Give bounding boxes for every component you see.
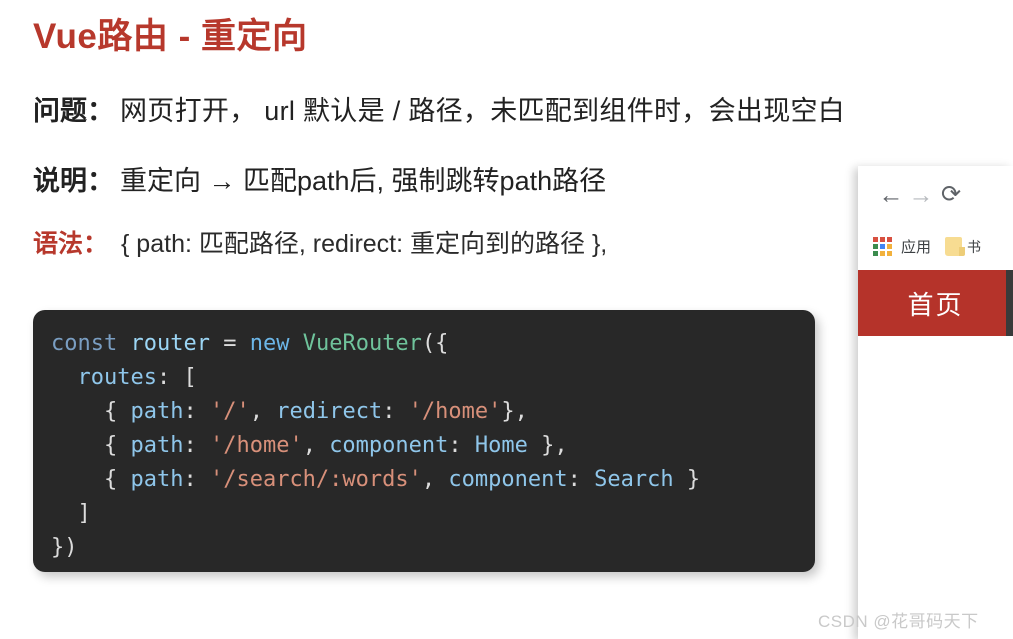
code-token: const <box>51 331 118 356</box>
apps-grid-cell <box>880 251 885 256</box>
code-token: { <box>51 399 131 424</box>
code-token: : <box>567 467 595 492</box>
bullet-syntax: 语法： { path: 匹配路径, redirect: 重定向到的路径 }, <box>33 224 607 260</box>
code-token: , <box>249 399 277 424</box>
code-token: : <box>183 399 210 424</box>
code-token: : <box>183 433 210 458</box>
forward-arrow-icon[interactable]: → <box>906 182 936 208</box>
code-token: component <box>329 433 449 458</box>
code-token: path <box>130 467 184 492</box>
code-token: new <box>249 331 290 356</box>
code-token: , <box>421 467 449 492</box>
code-content: const router = new VueRouter({ routes: [… <box>51 327 815 565</box>
page-title: Vue路由 - 重定向 <box>33 17 308 56</box>
reload-icon[interactable]: ⟳ <box>936 183 966 207</box>
code-token: }, <box>527 433 568 458</box>
code-line: { path: '/', redirect: '/home'}, <box>51 395 815 429</box>
bullet-syntax-label: 语法： <box>33 230 109 258</box>
code-token: redirect <box>276 399 383 424</box>
code-token: : <box>183 467 210 492</box>
code-token: VueRouter <box>302 331 422 356</box>
bullet-explanation: 说明： 重定向 → 匹配path后, 强制跳转path路径 <box>33 159 606 198</box>
code-line: }) <box>51 531 815 565</box>
bullet-explanation-text: 重定向 → 匹配path后, 强制跳转path路径 <box>120 166 607 196</box>
code-line: ] <box>51 497 815 531</box>
code-token: path <box>130 433 184 458</box>
apps-grid-cell <box>887 244 892 249</box>
code-token: '/home' <box>209 433 303 458</box>
code-token: Search <box>594 467 674 492</box>
code-line: routes: [ <box>51 361 815 395</box>
bullet-problem-label: 问题： <box>33 96 114 126</box>
apps-grid-cell <box>873 251 878 256</box>
bullet-explanation-label: 说明： <box>33 166 114 196</box>
apps-label[interactable]: 应用 <box>901 236 931 257</box>
code-token: { <box>51 467 131 492</box>
apps-grid-cell <box>887 237 892 242</box>
code-token: component <box>448 467 568 492</box>
code-token: }) <box>51 535 78 560</box>
back-arrow-icon[interactable]: ← <box>876 182 906 208</box>
bullet-syntax-text: { path: 匹配路径, redirect: 重定向到的路径 }, <box>121 230 608 258</box>
code-token: path <box>130 399 184 424</box>
bullet-problem: 问题： 网页打开， url 默认是 / 路径，未匹配到组件时，会出现空白 <box>33 89 845 128</box>
code-line: { path: '/search/:words', component: Sea… <box>51 463 815 497</box>
code-token: '/home' <box>408 399 502 424</box>
code-token: }, <box>501 399 528 424</box>
browser-page-body <box>858 336 1013 639</box>
bullet-problem-text: 网页打开， url 默认是 / 路径，未匹配到组件时，会出现空白 <box>120 96 846 126</box>
code-token: , <box>302 433 330 458</box>
bookmark-label[interactable]: 书 <box>967 237 981 257</box>
code-token: routes <box>77 365 157 390</box>
code-token: = <box>209 331 250 356</box>
apps-grid-cell <box>887 251 892 256</box>
code-token: router <box>130 331 210 356</box>
apps-grid-cell <box>873 244 878 249</box>
code-token: : [ <box>156 365 197 390</box>
bookmarks-bar: 应用 书 <box>858 224 1013 270</box>
apps-grid-cell <box>880 244 885 249</box>
code-token: : <box>448 433 475 458</box>
browser-window-mock: ← → ⟳ 应用 书 首页 <box>858 166 1013 639</box>
code-token: ] <box>51 501 91 526</box>
code-token: } <box>673 467 701 492</box>
browser-toolbar: ← → ⟳ <box>858 166 1013 224</box>
code-line: { path: '/home', component: Home }, <box>51 429 815 463</box>
apps-grid-cell <box>873 237 878 242</box>
code-token: ({ <box>421 331 449 356</box>
folder-icon[interactable] <box>945 237 966 256</box>
code-line: const router = new VueRouter({ <box>51 327 815 361</box>
code-token: : <box>382 399 409 424</box>
code-block: const router = new VueRouter({ routes: [… <box>33 310 815 572</box>
site-banner: 首页 <box>858 270 1013 336</box>
code-token: '/' <box>209 399 250 424</box>
code-token: '/search/:words' <box>209 467 422 492</box>
code-token: { <box>51 433 131 458</box>
banner-home-link[interactable]: 首页 <box>907 285 963 322</box>
watermark: CSDN @花哥码天下 <box>818 612 979 631</box>
apps-grid-icon[interactable] <box>873 237 892 256</box>
code-token: Home <box>474 433 528 458</box>
apps-grid-cell <box>880 237 885 242</box>
